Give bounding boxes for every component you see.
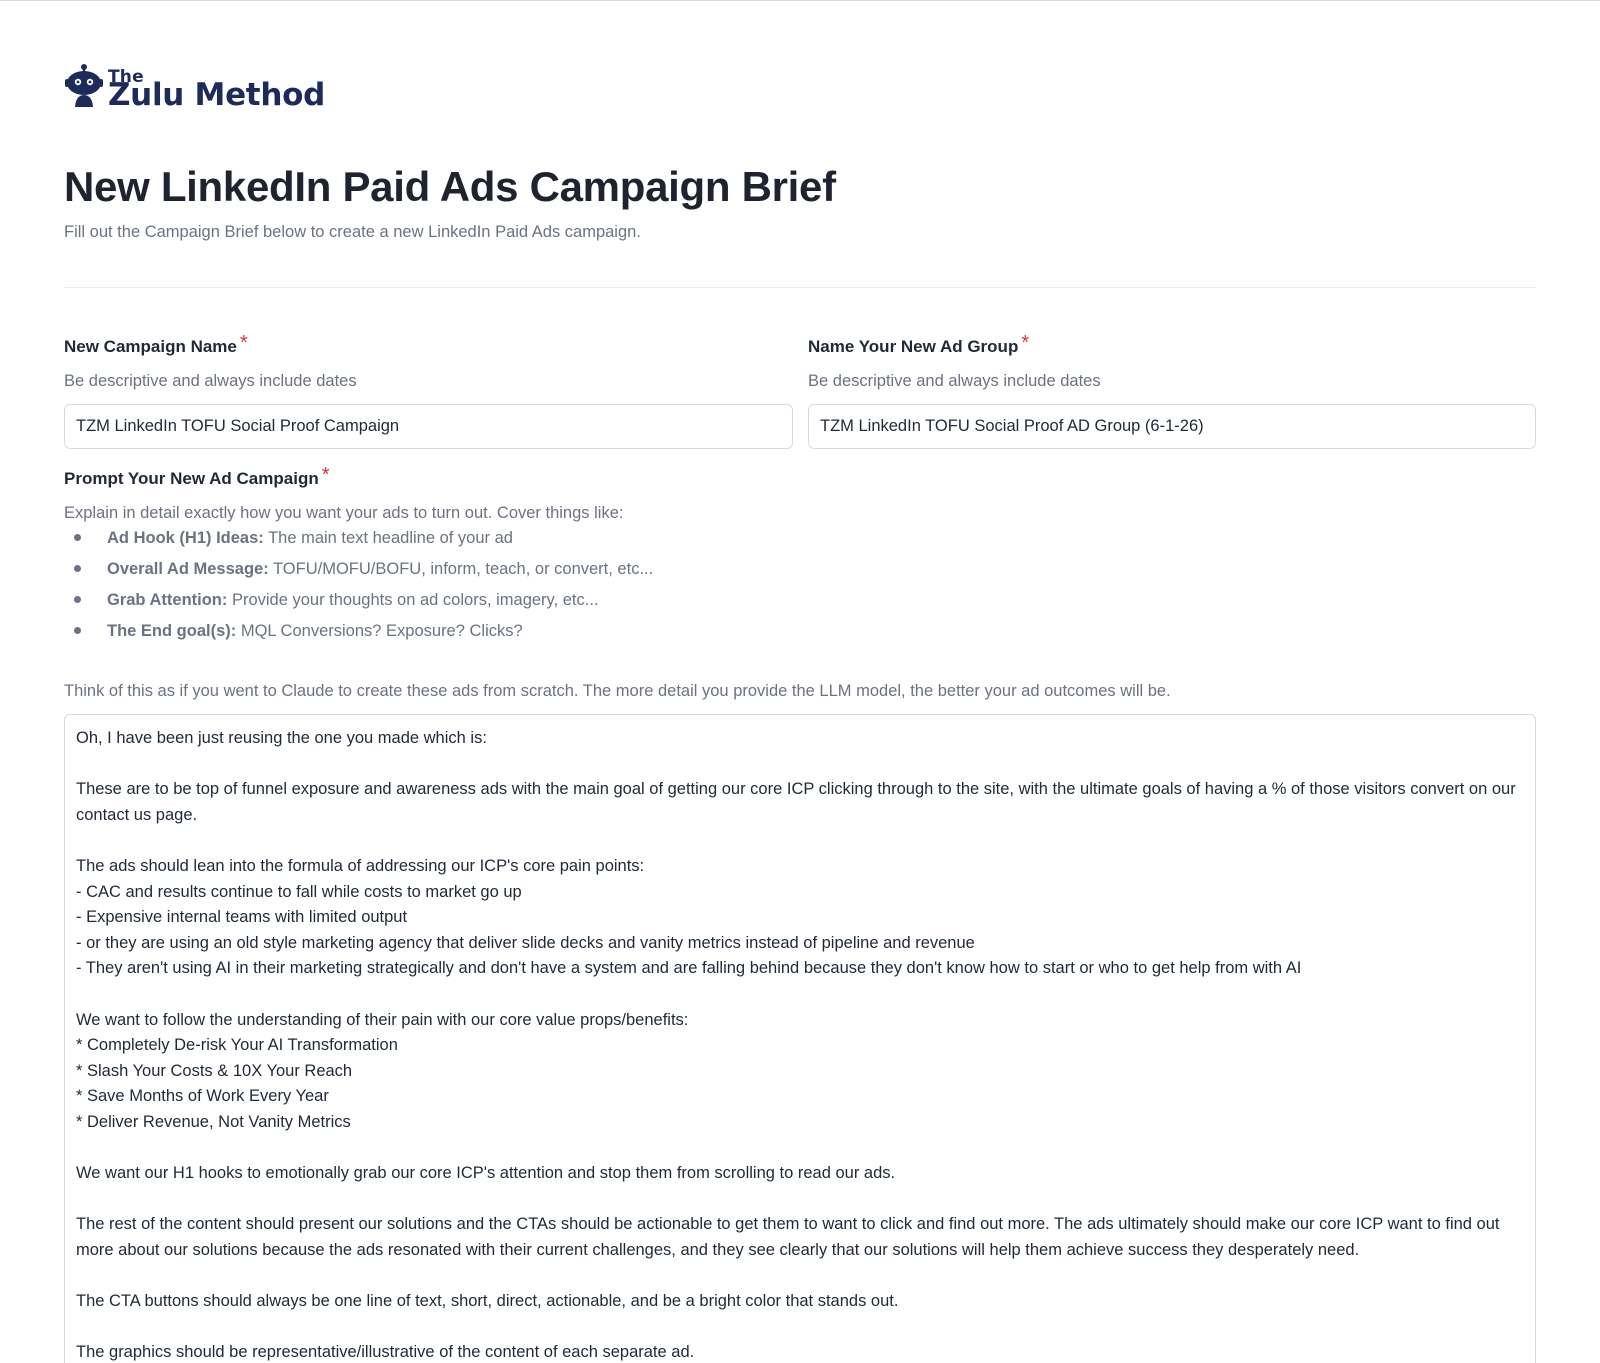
prompt-label: Prompt Your New Ad Campaign * (64, 464, 330, 490)
logo-name-text: Zulu Method (108, 77, 325, 113)
required-asterisk: * (321, 464, 330, 486)
required-asterisk: * (1021, 332, 1030, 354)
prompt-textarea[interactable]: Oh, I have been just reusing the one you… (64, 714, 1536, 1363)
header-divider (64, 287, 1536, 288)
required-asterisk: * (239, 332, 248, 354)
page-subtitle: Fill out the Campaign Brief below to cre… (64, 223, 641, 241)
bullet-term: Grab Attention: (107, 591, 228, 609)
prompt-help-list: Ad Hook (H1) Ideas: The main text headli… (64, 529, 653, 653)
logo-wordmark: The Zulu Method (108, 63, 338, 113)
prompt-help-intro: Explain in detail exactly how you want y… (64, 504, 624, 522)
bullet-desc: MQL Conversions? Exposure? Clicks? (236, 622, 523, 640)
page-title: New LinkedIn Paid Ads Campaign Brief (64, 163, 836, 210)
ad-group-input[interactable] (808, 404, 1536, 449)
robot-mascot-icon (65, 64, 103, 107)
bullet-desc: The main text headline of your ad (263, 529, 513, 547)
ad-group-help: Be descriptive and always include dates (808, 372, 1101, 390)
bullet-desc: TOFU/MOFU/BOFU, inform, teach, or conver… (268, 560, 654, 578)
list-item: The End goal(s): MQL Conversions? Exposu… (64, 622, 653, 653)
ad-group-label-text: Name Your New Ad Group (808, 337, 1019, 356)
ad-group-label: Name Your New Ad Group * (808, 332, 1030, 358)
zulu-method-logo: The Zulu Method (64, 63, 338, 113)
bullet-desc: Provide your thoughts on ad colors, imag… (227, 591, 599, 609)
campaign-name-label-text: New Campaign Name (64, 337, 237, 356)
bullet-dot-icon (74, 565, 81, 572)
list-item: Ad Hook (H1) Ideas: The main text headli… (64, 529, 653, 560)
form-page: The Zulu Method New LinkedIn Paid Ads Ca… (0, 0, 1600, 1363)
bullet-term: Overall Ad Message: (107, 560, 269, 578)
prompt-label-text: Prompt Your New Ad Campaign (64, 469, 319, 488)
bullet-dot-icon (74, 596, 81, 603)
campaign-name-help: Be descriptive and always include dates (64, 372, 357, 390)
bullet-term: The End goal(s): (107, 622, 237, 640)
prompt-help-outro: Think of this as if you went to Claude t… (64, 682, 1171, 700)
campaign-name-label: New Campaign Name * (64, 332, 248, 358)
list-item: Grab Attention: Provide your thoughts on… (64, 591, 653, 622)
bullet-term: Ad Hook (H1) Ideas: (107, 529, 264, 547)
campaign-name-input[interactable] (64, 404, 793, 449)
bullet-dot-icon (74, 627, 81, 634)
list-item: Overall Ad Message: TOFU/MOFU/BOFU, info… (64, 560, 653, 591)
bullet-dot-icon (74, 534, 81, 541)
